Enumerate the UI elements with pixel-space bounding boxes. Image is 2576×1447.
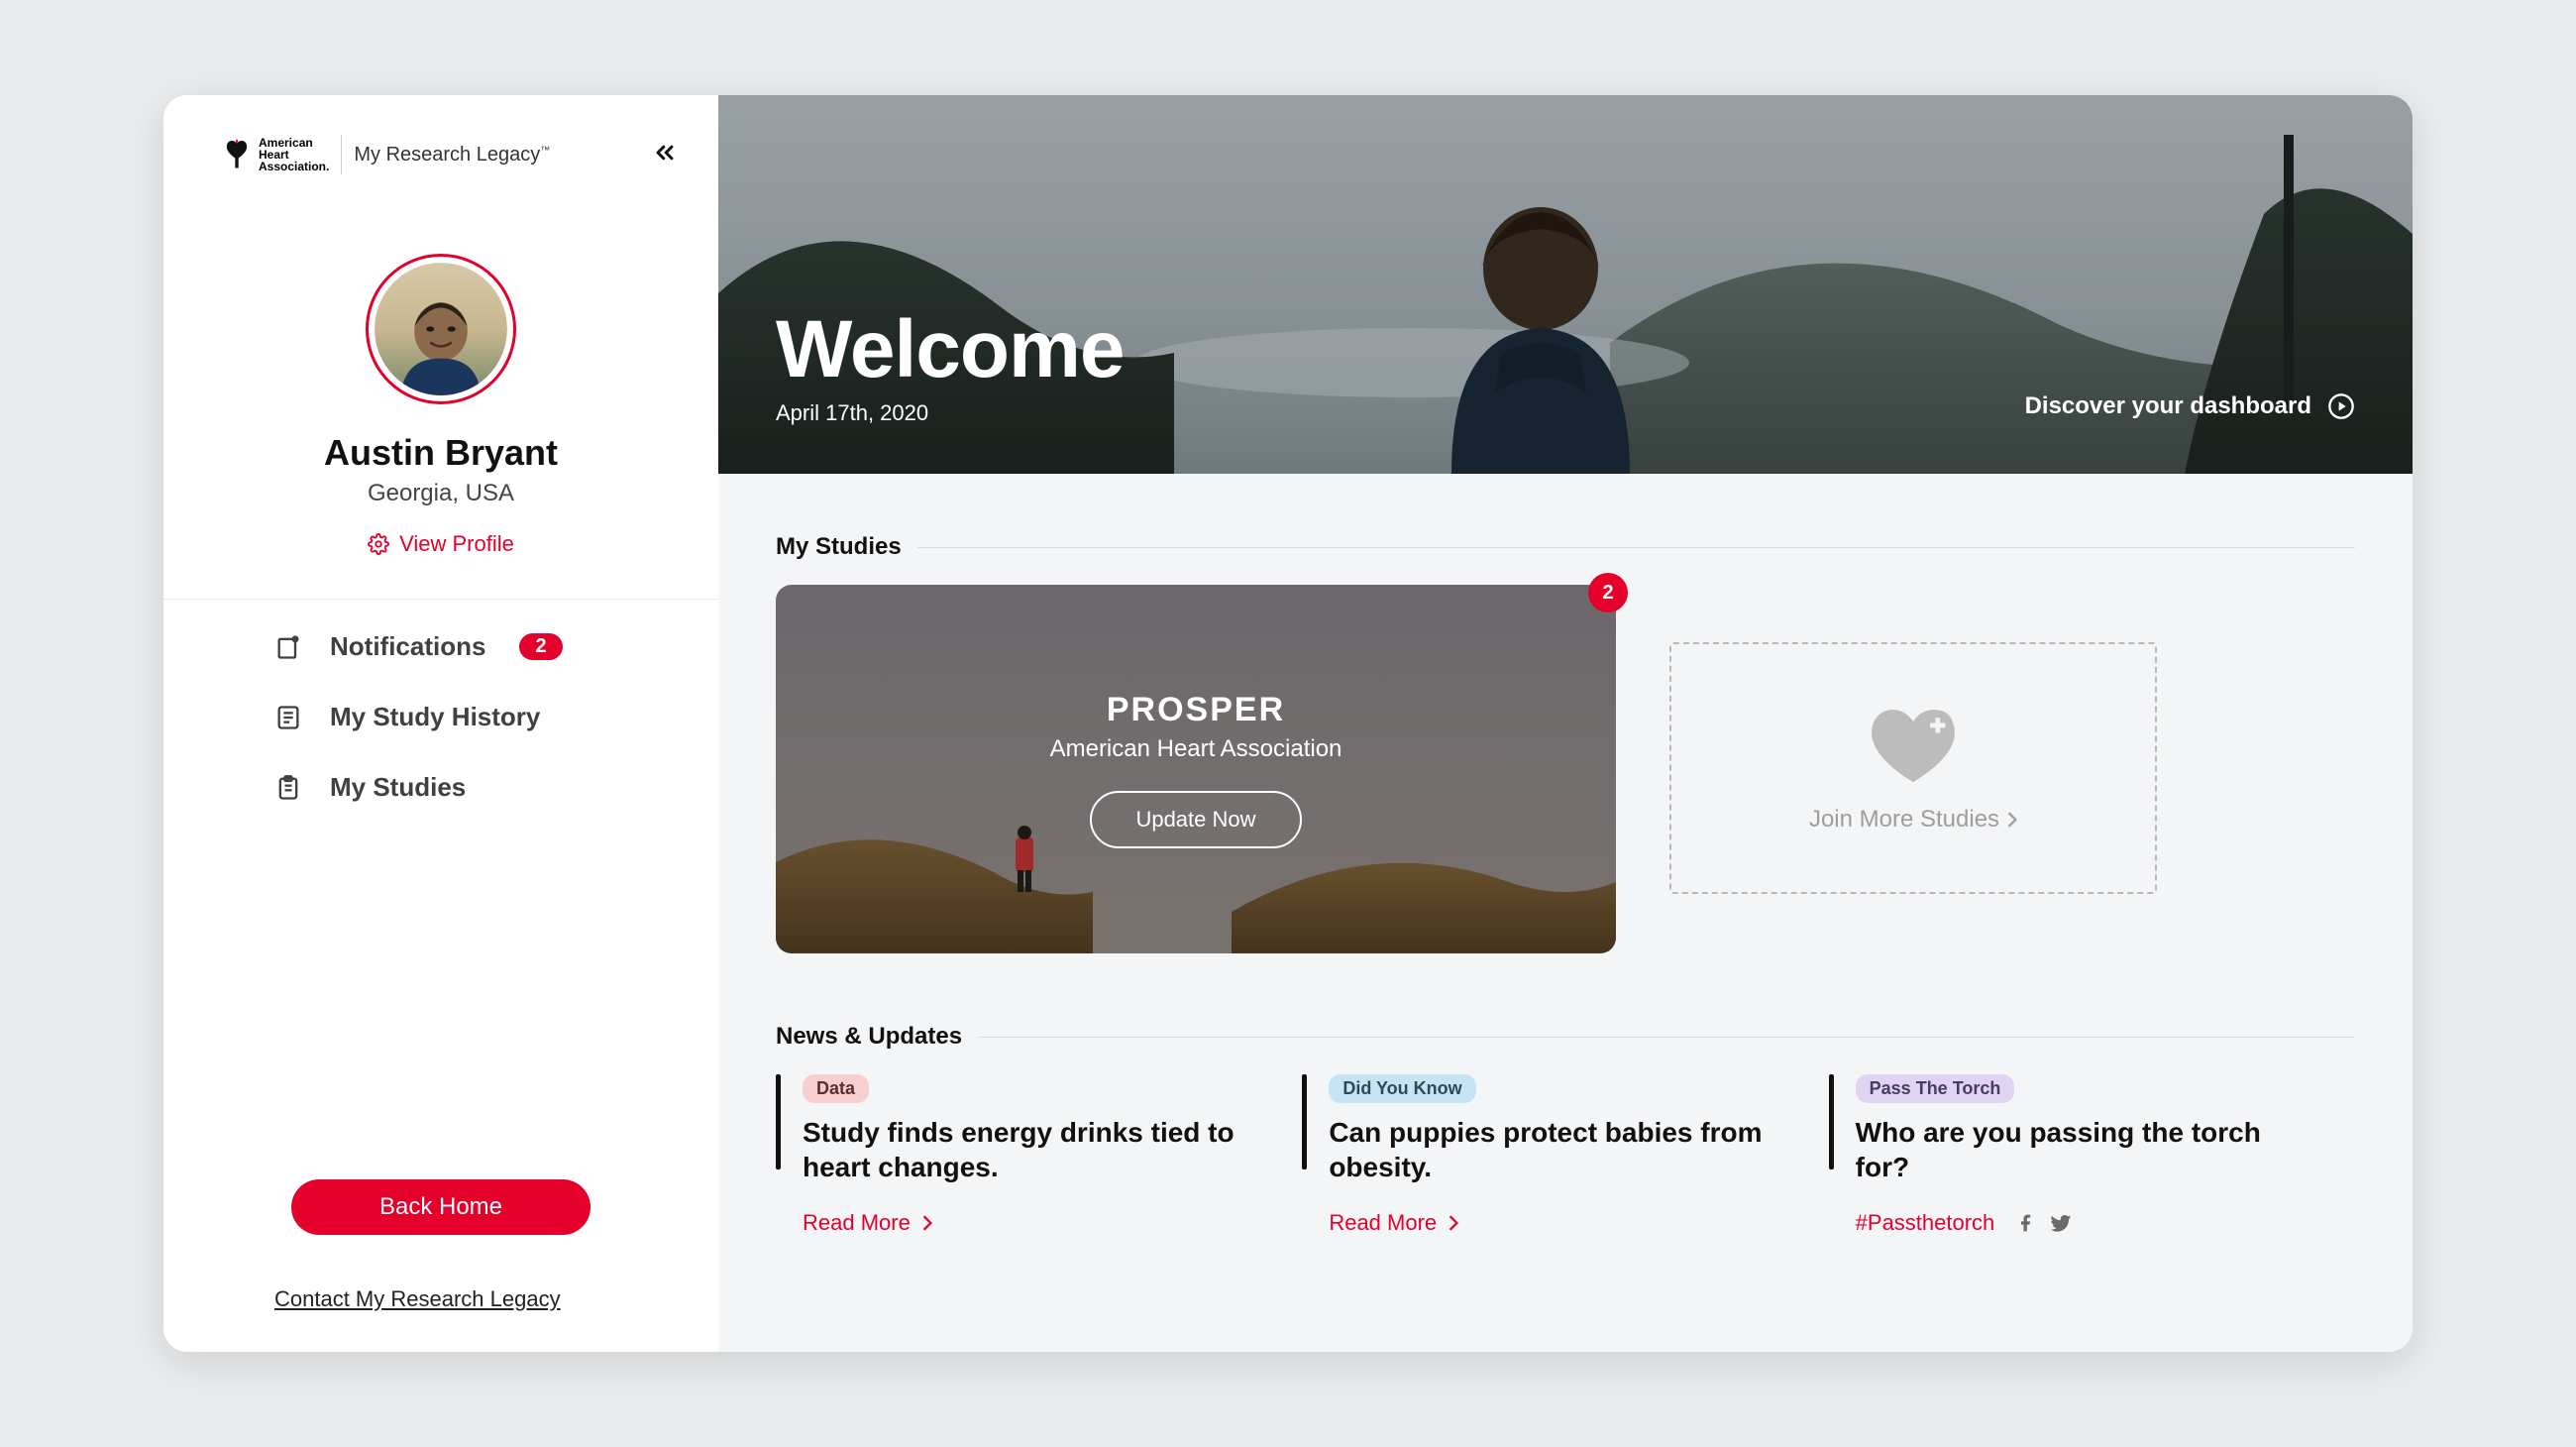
sidebar-top: American Heart Association. My Research … xyxy=(163,135,718,174)
chevron-right-icon xyxy=(1449,1215,1458,1231)
content-area: My Studies xyxy=(718,474,2413,1276)
profile-name: Austin Bryant xyxy=(324,432,558,474)
notifications-icon xyxy=(274,633,302,661)
nav-label: Notifications xyxy=(330,631,485,662)
news-card-didyouknow: Did You Know Can puppies protect babies … xyxy=(1302,1074,1828,1236)
sidebar-footer: Back Home Contact My Research Legacy xyxy=(163,1179,718,1312)
app-window: American Heart Association. My Research … xyxy=(163,95,2413,1352)
news-accent-bar xyxy=(776,1074,781,1169)
title-divider xyxy=(917,547,2355,548)
news-card-passthetorch: Pass The Torch Who are you passing the t… xyxy=(1829,1074,2355,1236)
view-profile-label: View Profile xyxy=(399,531,514,557)
sidebar-item-notifications[interactable]: Notifications 2 xyxy=(274,631,718,662)
study-slot: PROSPER American Heart Association Updat… xyxy=(776,585,1616,953)
nav-list: Notifications 2 My Study History xyxy=(163,600,718,803)
title-divider xyxy=(978,1037,2355,1038)
collapse-sidebar-button[interactable] xyxy=(651,139,679,171)
news-row: Data Study finds energy drinks tied to h… xyxy=(776,1074,2355,1236)
profile-block: Austin Bryant Georgia, USA View Profile xyxy=(163,254,718,600)
studies-title: My Studies xyxy=(776,533,902,561)
contact-link[interactable]: Contact My Research Legacy xyxy=(274,1286,561,1312)
news-accent-bar xyxy=(1302,1074,1307,1169)
news-headline: Who are you passing the torch for? xyxy=(1856,1115,2315,1184)
hero-title: Welcome xyxy=(776,303,1125,396)
avatar[interactable] xyxy=(366,254,516,404)
heart-torch-icon xyxy=(223,137,251,172)
news-section: News & Updates Data Study finds energy d… xyxy=(776,1023,2355,1236)
chevron-right-icon xyxy=(922,1215,932,1231)
news-headline: Study finds energy drinks tied to heart … xyxy=(803,1115,1262,1184)
play-circle-icon xyxy=(2327,392,2355,420)
read-more-link[interactable]: Read More xyxy=(1329,1210,1788,1236)
logo: American Heart Association. My Research … xyxy=(223,135,550,174)
heart-plus-icon xyxy=(1867,703,1960,782)
gear-icon xyxy=(368,533,389,555)
avatar-image xyxy=(375,263,507,395)
product-name: My Research Legacy™ xyxy=(354,144,550,167)
read-more-label: Read More xyxy=(803,1210,911,1236)
study-org: American Heart Association xyxy=(1050,735,1342,763)
chevron-right-icon xyxy=(2007,812,2017,828)
profile-location: Georgia, USA xyxy=(368,480,514,507)
hero-date: April 17th, 2020 xyxy=(776,400,1125,426)
hero-cta-label: Discover your dashboard xyxy=(2025,392,2311,420)
org-line3: Association. xyxy=(259,161,329,172)
news-headline: Can puppies protect babies from obesity. xyxy=(1329,1115,1788,1184)
news-tag: Did You Know xyxy=(1329,1074,1475,1103)
news-header: News & Updates xyxy=(776,1023,2355,1051)
twitter-icon[interactable] xyxy=(2048,1211,2074,1235)
study-title: PROSPER xyxy=(1107,691,1285,729)
news-accent-bar xyxy=(1829,1074,1834,1169)
sidebar-item-study-history[interactable]: My Study History xyxy=(274,702,718,732)
news-hashtag[interactable]: #Passthetorch xyxy=(1856,1210,1995,1236)
study-badge: 2 xyxy=(1588,573,1628,612)
sidebar-item-my-studies[interactable]: My Studies xyxy=(274,772,718,803)
logo-divider xyxy=(341,135,342,174)
nav-label: My Study History xyxy=(330,702,540,732)
study-card-prosper[interactable]: PROSPER American Heart Association Updat… xyxy=(776,585,1616,953)
discover-dashboard-link[interactable]: Discover your dashboard xyxy=(2025,392,2355,420)
sidebar: American Heart Association. My Research … xyxy=(163,95,718,1352)
clipboard-icon xyxy=(274,774,302,802)
facebook-icon[interactable] xyxy=(2016,1211,2036,1235)
studies-row: PROSPER American Heart Association Updat… xyxy=(776,585,2355,953)
join-more-studies-card[interactable]: Join More Studies xyxy=(1669,642,2157,894)
view-profile-link[interactable]: View Profile xyxy=(368,531,514,557)
news-card-data: Data Study finds energy drinks tied to h… xyxy=(776,1074,1302,1236)
nav-label: My Studies xyxy=(330,772,466,803)
read-more-label: Read More xyxy=(1329,1210,1437,1236)
read-more-link[interactable]: Read More xyxy=(803,1210,1262,1236)
document-icon xyxy=(274,704,302,731)
news-tag: Data xyxy=(803,1074,869,1103)
news-tag: Pass The Torch xyxy=(1856,1074,2015,1103)
main: Welcome April 17th, 2020 Discover your d… xyxy=(718,95,2413,1352)
nav-badge: 2 xyxy=(519,633,562,660)
update-now-button[interactable]: Update Now xyxy=(1090,791,1301,848)
hero: Welcome April 17th, 2020 Discover your d… xyxy=(718,95,2413,474)
join-label: Join More Studies xyxy=(1809,806,1999,834)
back-home-button[interactable]: Back Home xyxy=(291,1179,590,1235)
studies-header: My Studies xyxy=(776,533,2355,561)
hero-content: Welcome April 17th, 2020 xyxy=(776,303,1125,426)
news-title: News & Updates xyxy=(776,1023,962,1051)
